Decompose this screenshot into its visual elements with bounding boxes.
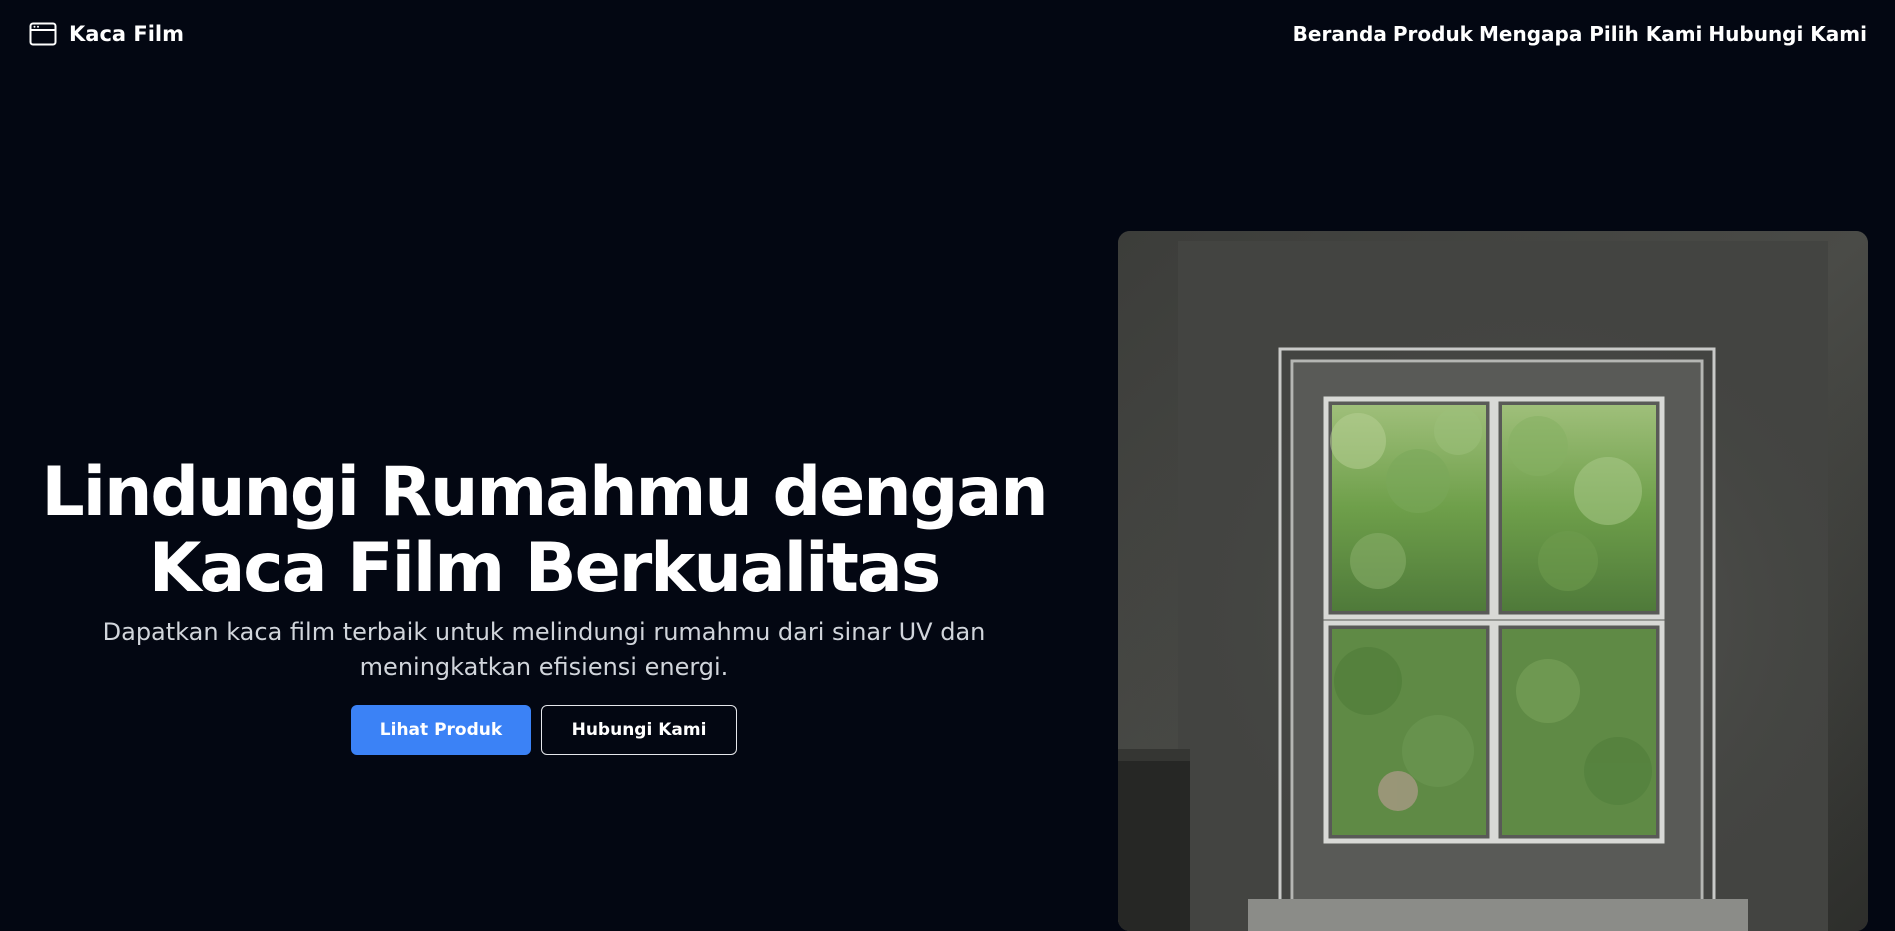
hero-actions: Lihat Produk Hubungi Kami	[40, 705, 1048, 755]
hero-title-line1: Lindungi Rumahmu dengan	[41, 453, 1048, 532]
window-illustration	[1118, 231, 1868, 931]
view-products-button[interactable]: Lihat Produk	[351, 705, 531, 755]
hero-content: Lindungi Rumahmu dengan Kaca Film Berkua…	[40, 455, 1049, 755]
hero-window-image	[1118, 231, 1868, 931]
hero-subtitle: Dapatkan kaca film terbaik untuk melindu…	[102, 618, 986, 681]
hero-title-line2: Kaca Film Berkualitas	[148, 529, 942, 608]
hero-section: Lindungi Rumahmu dengan Kaca Film Berkua…	[0, 0, 1895, 931]
hero-title: Lindungi Rumahmu dengan Kaca Film Berkua…	[40, 455, 1048, 607]
contact-us-button[interactable]: Hubungi Kami	[541, 705, 737, 755]
